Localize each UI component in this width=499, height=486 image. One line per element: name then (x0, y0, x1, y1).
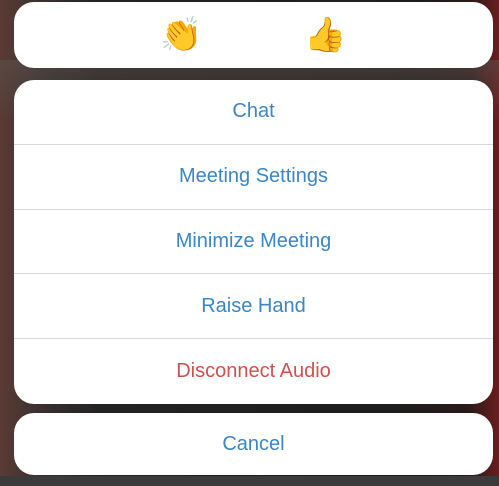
thumbs-up-icon: 👍 (304, 15, 347, 55)
meeting-settings-button[interactable]: Meeting Settings (14, 145, 493, 210)
disconnect-audio-button[interactable]: Disconnect Audio (14, 339, 493, 404)
clap-icon: 👏 (160, 15, 203, 55)
action-menu: Chat Meeting Settings Minimize Meeting R… (14, 80, 493, 404)
minimize-meeting-button[interactable]: Minimize Meeting (14, 210, 493, 275)
clap-reaction-button[interactable]: 👏 (160, 13, 204, 57)
bottom-strip (0, 476, 499, 486)
raise-hand-button[interactable]: Raise Hand (14, 274, 493, 340)
reactions-bar: 👏 👍 (14, 2, 493, 68)
chat-button[interactable]: Chat (14, 80, 493, 145)
thumbs-up-reaction-button[interactable]: 👍 (304, 13, 348, 57)
cancel-button[interactable]: Cancel (14, 413, 493, 475)
